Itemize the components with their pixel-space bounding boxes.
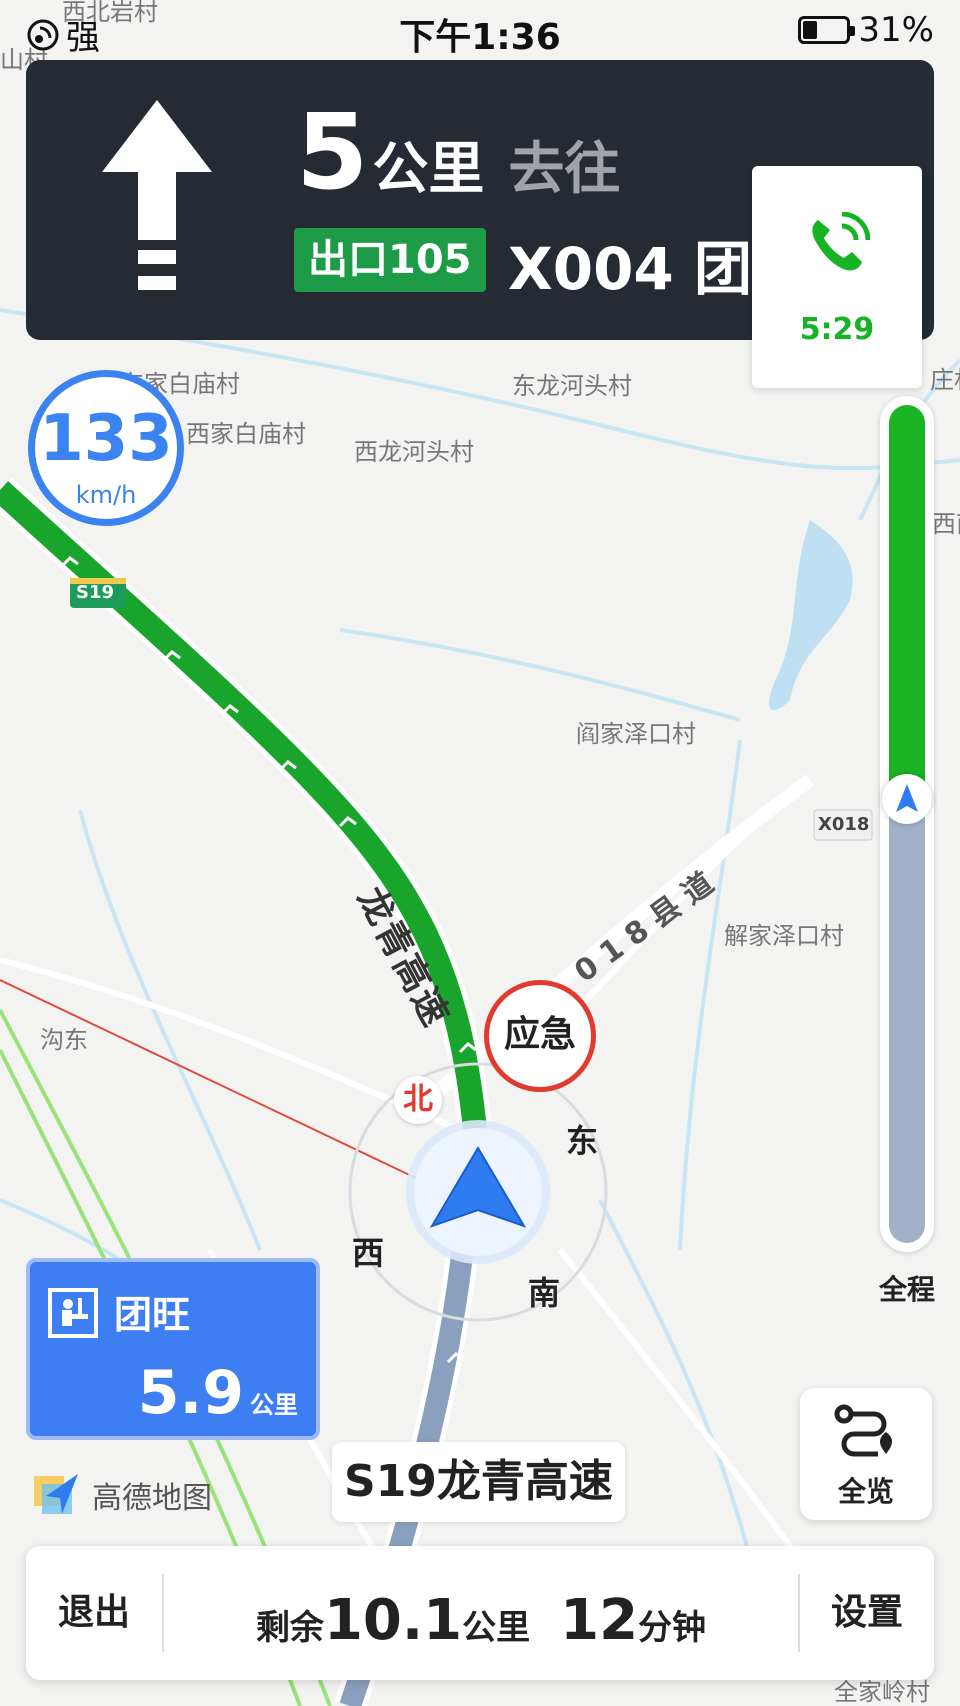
amap-logo: 高德地图 <box>32 1470 212 1520</box>
place-label: 阎家泽口村 <box>576 720 696 748</box>
service-distance-unit: 公里 <box>250 1391 298 1419</box>
remaining-info: 剩余 10.1 公里 12 分钟 <box>164 1546 798 1680</box>
place-label: 沟东 <box>40 1026 88 1054</box>
go-to-label: 去往 <box>508 137 621 202</box>
call-card[interactable]: 5:29 <box>752 166 922 388</box>
place-label: 解家泽口村 <box>724 922 844 950</box>
remain-time-unit: 分钟 <box>638 1608 707 1648</box>
straight-arrow-icon <box>102 100 212 290</box>
battery-percent: 31% <box>858 10 934 50</box>
exit-button[interactable]: 退出 <box>26 1546 162 1680</box>
status-bar: 强 下午1:36 31% <box>0 0 960 58</box>
progress-position-marker <box>882 774 932 824</box>
place-label: 庄村 <box>930 366 960 394</box>
place-label: 东龙河头村 <box>512 372 632 400</box>
place-label: 西家白庙村 <box>186 420 306 448</box>
route-overview-icon <box>834 1404 892 1457</box>
phone-icon <box>812 212 870 271</box>
compass-north: 北 <box>394 1076 442 1124</box>
battery-icon <box>798 16 856 44</box>
exit-badge: 出口105 <box>294 228 486 292</box>
current-road-name: S19龙青高速 <box>332 1442 625 1522</box>
distance-value: 5 <box>296 91 369 213</box>
battery-level <box>803 21 818 39</box>
route-progress-ahead <box>889 405 925 799</box>
compass-west: 西 <box>352 1234 385 1272</box>
remain-time: 12 <box>560 1588 639 1653</box>
service-area-distance: 5.9 公里 <box>138 1358 298 1428</box>
route-progress-passed <box>889 799 925 1243</box>
service-area-card[interactable]: 团旺 5.9 公里 <box>26 1258 320 1440</box>
position-arrow-icon <box>896 784 918 812</box>
amap-logo-text: 高德地图 <box>92 1481 212 1516</box>
overview-label: 全览 <box>837 1475 894 1508</box>
distance-unit: 公里 <box>372 137 485 202</box>
remain-prefix: 剩余 <box>255 1608 324 1648</box>
battery-indicator: 31% <box>798 10 934 50</box>
settings-button[interactable]: 设置 <box>800 1546 934 1680</box>
bottom-bar: 退出 剩余 10.1 公里 12 分钟 设置 <box>26 1546 934 1680</box>
speed-indicator: 133 km/h <box>28 370 184 526</box>
overview-button[interactable]: 全览 <box>800 1388 932 1520</box>
route-progress-bar[interactable] <box>880 396 934 1252</box>
emergency-marker[interactable]: 应急 <box>484 980 596 1092</box>
compass-south: 南 <box>528 1274 561 1312</box>
amap-logo-icon <box>34 1474 78 1514</box>
service-area-icon <box>48 1288 98 1338</box>
speed-value: 133 <box>39 402 173 476</box>
shield-s19-label: S19 <box>76 582 115 603</box>
service-distance-value: 5.9 <box>137 1358 244 1428</box>
route-progress-label: 全程 <box>878 1273 935 1306</box>
place-label: 西龙河头村 <box>354 438 474 466</box>
service-area-name: 团旺 <box>114 1293 191 1337</box>
guidance-distance: 5公里 去往 <box>296 100 620 205</box>
remain-distance: 10.1 <box>323 1588 463 1653</box>
shield-x018-label: X018 <box>818 814 870 835</box>
place-label: 西南 <box>932 510 960 538</box>
call-duration: 5:29 <box>799 312 875 347</box>
next-road-name: X004 团 <box>508 235 752 303</box>
speed-unit: km/h <box>75 481 137 509</box>
remain-distance-unit: 公里 <box>462 1608 531 1648</box>
compass-east: 东 <box>566 1122 599 1160</box>
